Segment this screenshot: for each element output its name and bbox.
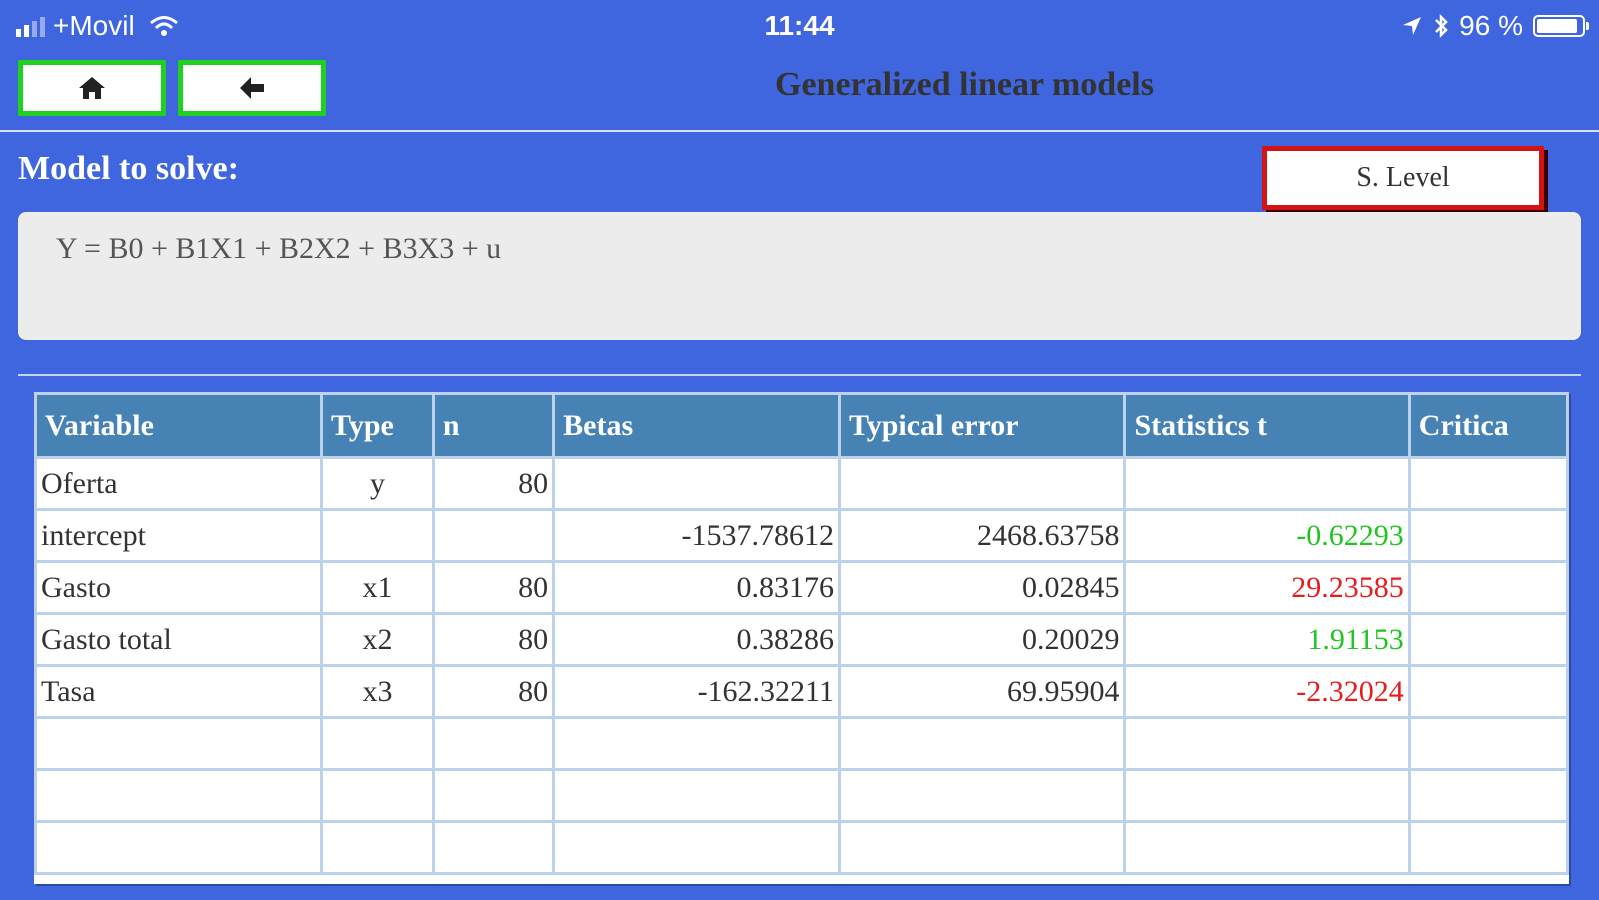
cell-typical-error — [837, 456, 1127, 511]
cell-n — [431, 820, 556, 875]
cell-variable: intercept — [34, 508, 324, 563]
table-row: intercept -1537.78612 2468.63758 -0.62293 — [34, 508, 1569, 563]
formula-box: Y = B0 + B1X1 + B2X2 + B3X3 + u — [18, 212, 1581, 340]
cell-critical — [1407, 820, 1569, 875]
cell-n — [431, 768, 556, 823]
s-level-button[interactable]: S. Level — [1262, 146, 1544, 210]
formula-text: Y = B0 + B1X1 + B2X2 + B3X3 + u — [56, 232, 502, 265]
cell-variable — [34, 768, 324, 823]
cell-type — [320, 508, 435, 563]
cell-typical-error — [837, 768, 1127, 823]
table-row — [34, 768, 1569, 823]
results-table: Variable Type n Betas Typical error Stat… — [34, 392, 1569, 875]
cell-statistics-t: -2.32024 — [1123, 664, 1411, 719]
cell-n — [431, 716, 556, 771]
table-row — [34, 716, 1569, 771]
header-type: Type — [320, 392, 435, 459]
home-icon — [79, 77, 105, 99]
location-arrow-icon — [1403, 17, 1422, 35]
table-row — [34, 820, 1569, 875]
cell-typical-error: 0.02845 — [837, 560, 1127, 615]
cell-variable: Gasto — [34, 560, 324, 615]
cell-statistics-t — [1123, 456, 1411, 511]
header-critical: Critica — [1407, 392, 1569, 459]
header-statistics-t: Statistics t — [1123, 392, 1411, 459]
cell-statistics-t: -0.62293 — [1123, 508, 1411, 563]
cell-type: x1 — [320, 560, 435, 615]
cell-variable: Tasa — [34, 664, 324, 719]
cell-beta: -162.32211 — [552, 664, 841, 719]
cell-beta — [552, 716, 841, 771]
cell-beta: -1537.78612 — [552, 508, 841, 563]
back-button[interactable] — [178, 60, 326, 116]
cell-critical — [1407, 612, 1569, 667]
table-row: Tasa x3 80 -162.32211 69.95904 -2.32024 — [34, 664, 1569, 719]
table-row: Gasto total x2 80 0.38286 0.20029 1.91153 — [34, 612, 1569, 667]
header-typical-error: Typical error — [837, 392, 1127, 459]
cell-beta — [552, 820, 841, 875]
cell-beta — [552, 768, 841, 823]
cell-critical — [1407, 456, 1569, 511]
cell-variable: Gasto total — [34, 612, 324, 667]
cell-statistics-t — [1123, 716, 1411, 771]
cell-typical-error: 69.95904 — [837, 664, 1127, 719]
cell-variable — [34, 820, 324, 875]
arrow-left-icon — [240, 77, 264, 99]
cell-n: 80 — [431, 612, 556, 667]
battery-icon — [1533, 15, 1589, 37]
cell-typical-error: 0.20029 — [837, 612, 1127, 667]
cell-n: 80 — [431, 560, 556, 615]
status-right: 96 % — [1401, 10, 1589, 42]
header-variable: Variable — [34, 392, 324, 459]
table-row: Gasto x1 80 0.83176 0.02845 29.23585 — [34, 560, 1569, 615]
cell-beta: 0.38286 — [552, 612, 841, 667]
cell-critical — [1407, 716, 1569, 771]
header-n: n — [431, 392, 556, 459]
model-label: Model to solve: — [18, 150, 239, 187]
cell-beta: 0.83176 — [552, 560, 841, 615]
cell-critical — [1407, 560, 1569, 615]
cell-n — [431, 508, 556, 563]
cell-statistics-t: 1.91153 — [1123, 612, 1411, 667]
cell-type: x2 — [320, 612, 435, 667]
cell-type — [320, 716, 435, 771]
cell-statistics-t — [1123, 820, 1411, 875]
status-time: 11:44 — [764, 10, 835, 41]
results-table-container[interactable]: Variable Type n Betas Typical error Stat… — [34, 392, 1569, 884]
page-title: Generalized linear models — [775, 66, 1154, 103]
table-row: Oferta y 80 — [34, 456, 1569, 511]
cell-critical — [1407, 508, 1569, 563]
cell-typical-error — [837, 820, 1127, 875]
cell-critical — [1407, 768, 1569, 823]
divider — [18, 374, 1581, 376]
table-header-row: Variable Type n Betas Typical error Stat… — [34, 392, 1569, 459]
cell-statistics-t: 29.23585 — [1123, 560, 1411, 615]
bluetooth-icon — [1435, 13, 1448, 39]
cell-typical-error: 2468.63758 — [837, 508, 1127, 563]
cell-variable — [34, 716, 324, 771]
cell-type — [320, 820, 435, 875]
cell-variable: Oferta — [34, 456, 324, 511]
cell-statistics-t — [1123, 768, 1411, 823]
header-betas: Betas — [552, 392, 841, 459]
status-bar: +Movil 11:44 96 % — [0, 0, 1599, 52]
cell-typical-error — [837, 716, 1127, 771]
cell-critical — [1407, 664, 1569, 719]
cell-beta — [552, 456, 841, 511]
cell-type — [320, 768, 435, 823]
divider — [0, 130, 1599, 132]
cell-n: 80 — [431, 664, 556, 719]
battery-percent: 96 % — [1459, 10, 1523, 41]
cell-n: 80 — [431, 456, 556, 511]
cell-type: y — [320, 456, 435, 511]
home-button[interactable] — [18, 60, 166, 116]
cell-type: x3 — [320, 664, 435, 719]
